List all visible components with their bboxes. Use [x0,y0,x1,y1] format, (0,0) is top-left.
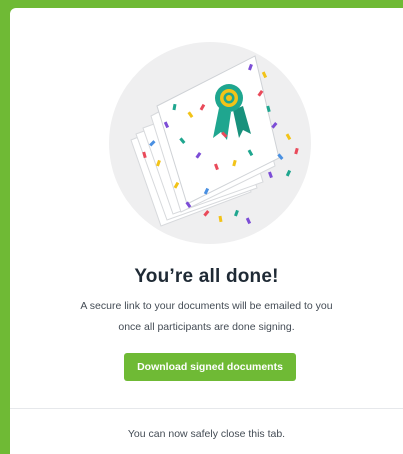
close-tab-notice: You can now safely close this tab. [127,428,286,440]
signed-documents-illustration [109,42,311,244]
documents-seal-icon [109,42,311,244]
completion-message-line-2: once all participants are done signing. [118,321,295,333]
divider [10,408,403,409]
page-title: You’re all done! [134,266,279,287]
completion-message-line-1: A secure link to your documents will be … [80,300,333,312]
download-signed-documents-button[interactable]: Download signed documents [124,353,296,381]
completion-card: You’re all done! A secure link to your d… [10,8,403,454]
completion-message: A secure link to your documents will be … [40,296,373,338]
